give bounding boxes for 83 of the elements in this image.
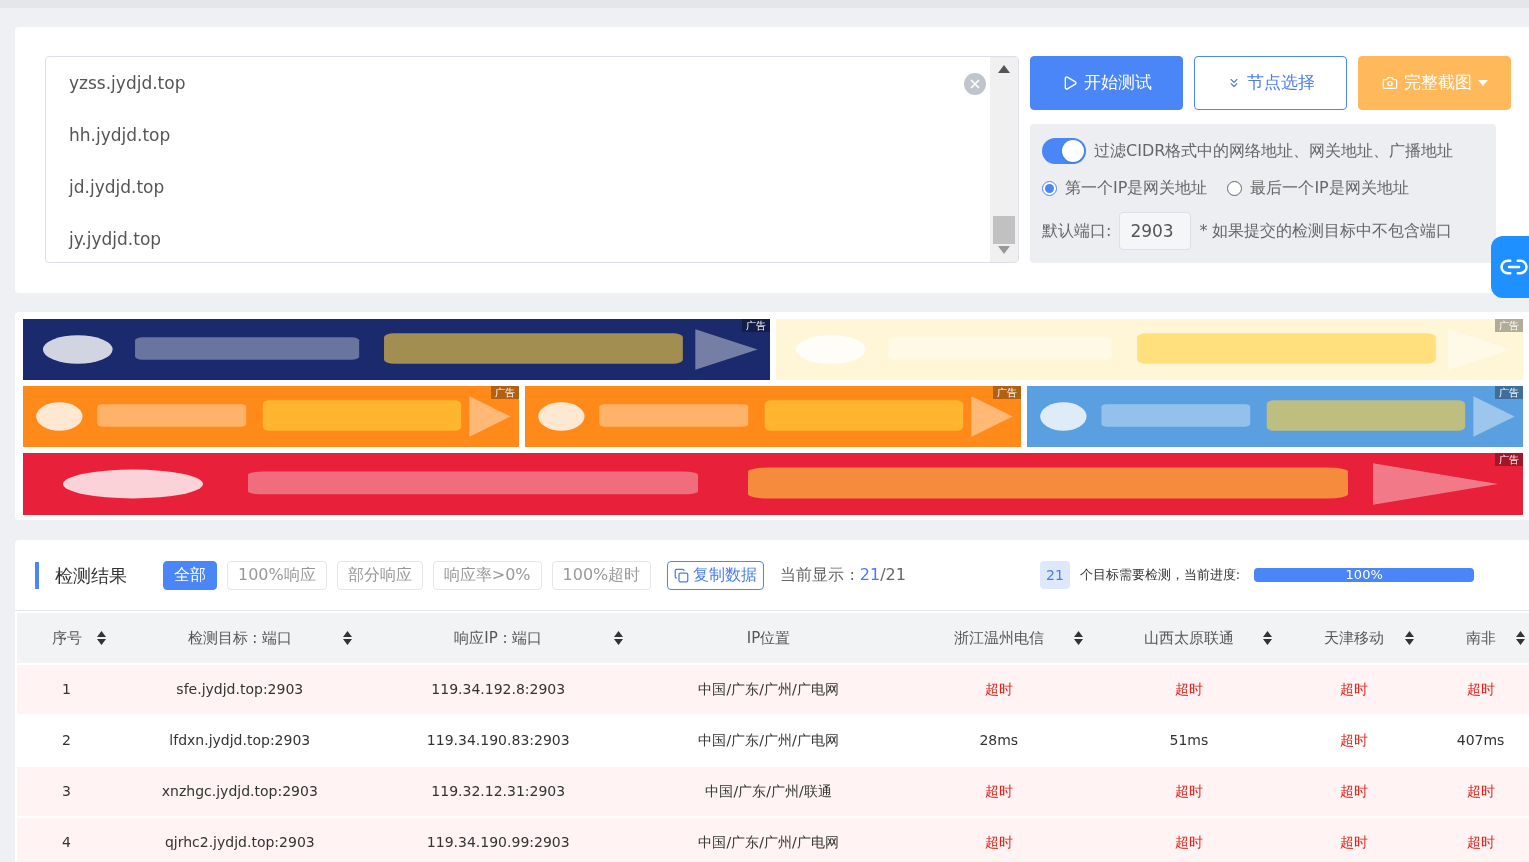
table-cell-text: 4 [62,833,71,852]
port-field[interactable]: 2903 [1119,212,1192,250]
camera-icon [1381,75,1398,91]
scroll-thumb[interactable] [993,216,1015,244]
radio-label: 第一个IP是网关地址 [1065,177,1208,199]
target-count-badge: 21 [1039,561,1070,589]
sort-icon [97,631,106,645]
table-cell-text: 中国/广东/广州/广电网 [698,731,839,750]
sort-icon [1074,631,1084,645]
probe-result: 超时 [984,833,1013,852]
table-cell-text: 119.34.190.99:2903 [426,833,570,852]
target-line: jy.jydjd.top [69,228,162,251]
column-header[interactable]: 山西太原联通 [1095,613,1283,663]
ad-label: 广告 [1495,386,1523,399]
column-header[interactable]: IP位置 [634,613,903,663]
column-header[interactable]: 浙江温州电信 [904,613,1094,663]
probe-result: 28ms [979,731,1019,750]
probe-result: 51ms [1169,731,1209,750]
table-cell-text: sfe.jydjd.top:2903 [176,680,304,699]
sort-icon [342,631,352,645]
sort-icon [1263,631,1273,645]
scrollbar[interactable] [990,57,1018,262]
ad-label: 广告 [742,319,770,332]
showing-count: 当前显示 : 21/21 [780,564,906,586]
probe-result: 超时 [1466,833,1495,852]
probe-result: 超时 [984,782,1013,801]
sort-icon [1516,631,1525,645]
table-cell-text: 3 [62,782,71,801]
copy-icon [674,567,690,583]
filter-label: 过滤CIDR格式中的网络地址、网关地址、广播地址 [1094,140,1454,162]
radio-label: 最后一个IP是网关地址 [1250,177,1409,199]
table-cell-text: 1 [62,680,71,699]
ad-label: 广告 [1495,453,1523,466]
probe-result: 超时 [1340,731,1369,750]
table-cell-text: 119.34.190.83:2903 [426,731,570,750]
column-header[interactable]: 响应IP : 端口 [363,613,633,663]
probe-result: 超时 [1466,680,1495,699]
probe-result: 超时 [984,680,1013,699]
filter-switch[interactable] [1042,138,1086,164]
probe-result: 407ms [1456,731,1505,750]
probe-result: 超时 [1340,680,1369,699]
sort-icon [1405,631,1415,645]
action-button[interactable]: 节点选择 [1194,56,1347,110]
copy-data-button[interactable]: 复制数据 [667,560,765,590]
radio-button[interactable] [1042,180,1057,196]
table-cell-text: 119.34.192.8:2903 [431,680,566,699]
table-cell-text: 中国/广东/广州/广电网 [698,833,839,852]
table-cell-text: xnzhgc.jydjd.top:2903 [161,782,318,801]
probe-result: 超时 [1340,833,1369,852]
probe-result: 超时 [1174,782,1203,801]
section-title: 检测结果 [35,561,127,589]
clear-icon[interactable] [964,73,986,95]
probe-result: 超时 [1174,833,1203,852]
scroll-down-icon[interactable] [998,246,1010,254]
table-cell-text: lfdxn.jydjd.top:2903 [169,731,311,750]
column-header[interactable]: 南非 [1426,613,1529,663]
column-header[interactable]: 序号 [17,613,116,663]
radio-button[interactable] [1227,180,1243,196]
sort-icon [613,631,623,645]
target-line: hh.jydjd.top [69,124,171,147]
target-line: jd.jydjd.top [69,176,165,199]
targets-field[interactable]: yzss.jydjd.top hh.jydjd.top jd.jydjd.top jy.jydjd.top [45,56,1019,263]
port-label: 默认端口: [1042,220,1112,242]
table-cell-text: 中国/广东/广州/联通 [705,782,832,801]
caret-icon [1477,80,1488,86]
table-cell-text: 119.32.12.31:2903 [431,782,566,801]
ad-label: 广告 [491,386,519,399]
ad-label: 广告 [993,386,1021,399]
column-header[interactable]: 检测目标 : 端口 [118,613,362,663]
probe-result: 超时 [1174,680,1203,699]
table-cell-text: qjrhc2.jydjd.top:2903 [164,833,315,852]
target-line: yzss.jydjd.top [69,72,186,95]
table-cell-text: 中国/广东/广州/广电网 [698,680,839,699]
column-header[interactable]: 天津移动 [1284,613,1425,663]
probe-result: 超时 [1340,782,1369,801]
scroll-up-icon[interactable] [998,65,1010,73]
probe-result: 超时 [1466,782,1495,801]
table-cell-text: 2 [62,731,71,750]
port-hint: * 如果提交的检测目标中不包含端口 [1199,220,1453,242]
progress-text: 100% [1344,568,1384,582]
ad-label: 广告 [1495,319,1523,332]
progress-label: 个目标需要检测，当前进度: [1079,566,1241,585]
link-button[interactable] [1491,236,1529,298]
